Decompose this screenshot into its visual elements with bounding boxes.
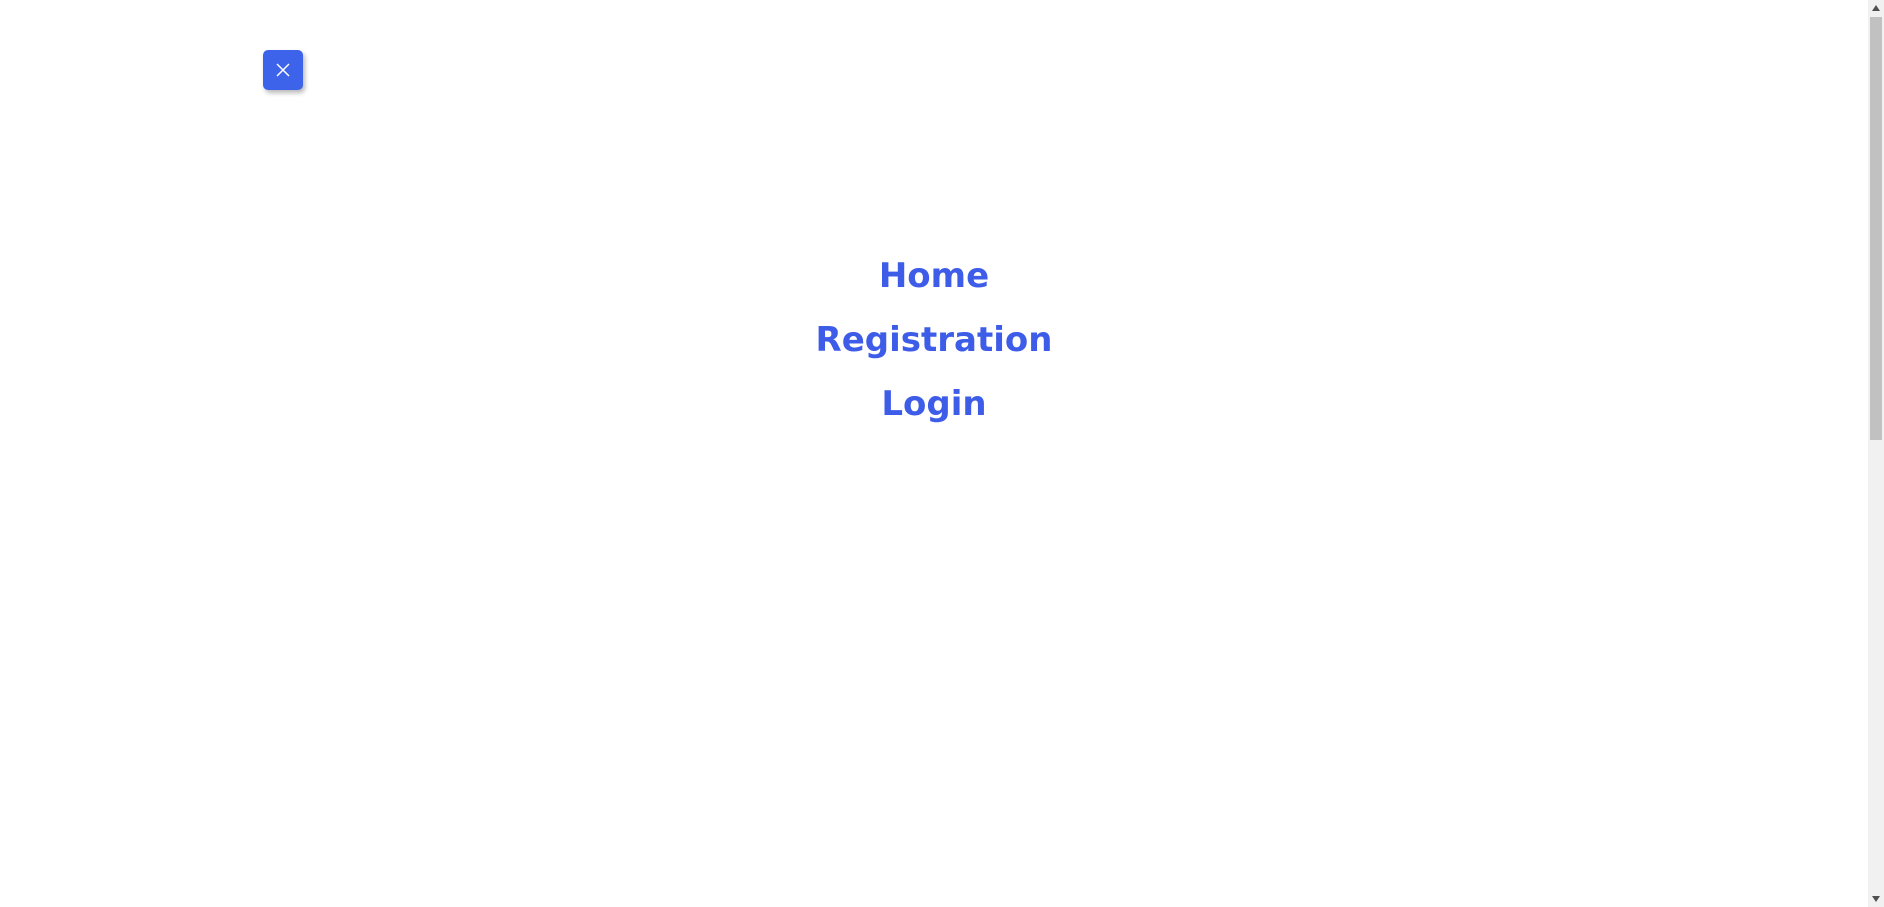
page: Home Registration Login <box>0 0 1884 907</box>
nav-link-home[interactable]: Home <box>879 244 989 308</box>
nav-link-registration[interactable]: Registration <box>816 308 1053 372</box>
scrollbar-thumb[interactable] <box>1870 17 1882 440</box>
close-icon <box>275 62 291 78</box>
vertical-scrollbar[interactable] <box>1868 0 1884 907</box>
nav-link-login[interactable]: Login <box>881 372 986 436</box>
triangle-up-icon[interactable] <box>1868 0 1884 16</box>
navigation-menu: Home Registration Login <box>0 244 1868 436</box>
close-menu-button[interactable] <box>263 50 303 90</box>
triangle-down-icon[interactable] <box>1868 891 1884 907</box>
